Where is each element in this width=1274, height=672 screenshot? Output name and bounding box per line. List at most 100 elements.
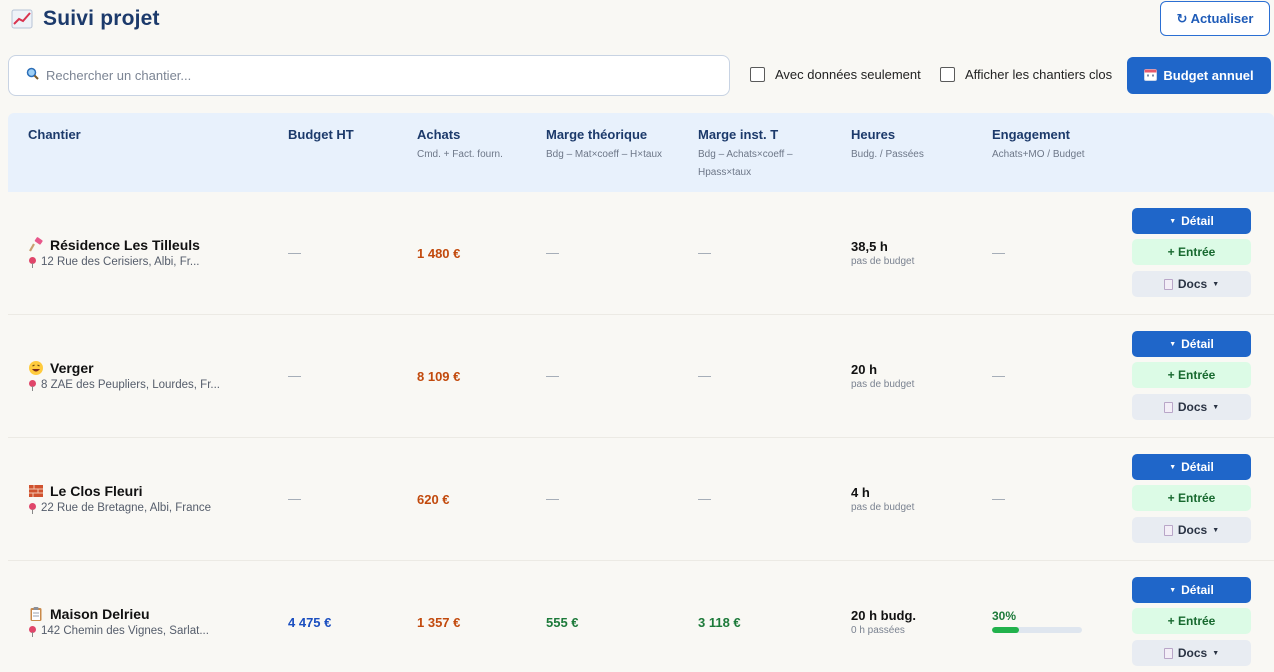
chantier-address: 8 ZAE des Peupliers, Lourdes, Fr... [41,379,220,391]
engagement-value: — [992,368,1005,383]
refresh-label: ↻ Actualiser [1176,10,1254,26]
docs-button[interactable]: Docs ▼ [1132,394,1251,420]
heures-value: 4 h [851,485,870,500]
document-icon [1163,278,1173,290]
column-label: Engagement [992,127,1071,142]
engagement-value: — [992,491,1005,506]
budget-value: — [288,245,301,260]
location-pin-icon [28,256,37,268]
table-row: Résidence Les Tilleuls 12 Rue des Cerisi… [8,192,1274,315]
docs-button[interactable]: Docs ▼ [1132,517,1251,543]
chantier-name: Résidence Les Tilleuls [50,237,200,253]
column-label: Budget HT [288,127,354,142]
achats-value: 620 € [417,492,450,507]
chantier-name: Maison Delrieu [50,606,150,622]
engagement-percent: 30% [992,609,1017,623]
chantier-name: Verger [50,360,94,376]
heures-cell: 4 h pas de budget [851,485,914,513]
engagement-progress-bar [992,627,1082,633]
column-label: Heures [851,127,896,142]
docs-label: Docs [1177,400,1208,414]
search-input[interactable] [46,68,686,83]
achats-value: 1 480 € [417,246,461,261]
entree-button[interactable]: + Entrée [1132,485,1251,511]
chantier-cell[interactable]: Le Clos Fleuri 22 Rue de Bretagne, Albi,… [28,483,211,514]
entree-label: + Entrée [1167,614,1216,628]
filter-with-data-checkbox[interactable] [750,67,765,82]
marge-inst-value: — [698,491,711,506]
document-icon [1163,524,1173,536]
location-pin-icon [28,625,37,637]
heures-sub: pas de budget [851,256,915,267]
entree-label: + Entrée [1167,245,1216,259]
column-label: Marge théorique [546,127,648,142]
column-sublabel-line1: Bdg – Achats×coeff – [698,149,793,160]
detail-label: Détail [1181,214,1214,228]
table-row: Le Clos Fleuri 22 Rue de Bretagne, Albi,… [8,438,1274,561]
column-sublabel: Achats+MO / Budget [992,149,1085,160]
column-label: Chantier [28,127,81,142]
budget-annuel-button[interactable]: Budget annuel [1127,57,1271,94]
detail-button[interactable]: ▼ Détail [1132,208,1251,234]
column-label: Achats [417,127,461,142]
chantier-address: 22 Rue de Bretagne, Albi, France [41,502,212,514]
heures-sub: pas de budget [851,502,915,513]
caret-down-icon: ▼ [1212,526,1220,534]
heures-value: 38,5 h [851,239,888,254]
detail-label: Détail [1181,337,1214,351]
entree-button[interactable]: + Entrée [1132,239,1251,265]
column-sublabel-line2: Hpass×taux [698,167,752,178]
entree-label: + Entrée [1167,368,1216,382]
chart-trend-icon [11,8,33,30]
column-header-heures[interactable]: Heures Budg. / Passées [851,127,924,164]
column-header-chantier[interactable]: Chantier [28,127,81,142]
heures-value: 20 h [851,362,878,377]
column-sublabel: Bdg – Achats×coeff – Hpass×taux [698,146,793,182]
docs-label: Docs [1177,646,1208,660]
clipboard-icon [28,606,44,622]
column-header-marge-inst[interactable]: Marge inst. T Bdg – Achats×coeff – Hpass… [698,127,793,182]
marge-theorique-value: — [546,491,559,506]
detail-button[interactable]: ▼ Détail [1132,454,1251,480]
document-icon [1163,401,1173,413]
docs-label: Docs [1177,523,1208,537]
detail-button[interactable]: ▼ Détail [1132,577,1251,603]
table-row: Maison Delrieu 142 Chemin des Vignes, Sa… [8,561,1274,672]
entree-button[interactable]: + Entrée [1132,608,1251,634]
marge-theorique-value: — [546,245,559,260]
caret-down-icon: ▼ [1212,280,1220,288]
engagement-progress-fill [992,627,1019,633]
chantier-cell[interactable]: Verger 8 ZAE des Peupliers, Lourdes, Fr.… [28,360,220,391]
detail-label: Détail [1181,460,1214,474]
column-header-achats[interactable]: Achats Cmd. + Fact. fourn. [417,127,503,164]
achats-value: 8 109 € [417,369,461,384]
docs-button[interactable]: Docs ▼ [1132,271,1251,297]
entree-label: + Entrée [1167,491,1216,505]
column-header-marge-theorique[interactable]: Marge théorique Bdg – Mat×coeff – H×taux [546,127,662,164]
budget-annuel-label: Budget annuel [1163,68,1254,83]
chantier-cell[interactable]: Résidence Les Tilleuls 12 Rue des Cerisi… [28,237,200,268]
engagement-value: — [992,245,1005,260]
entree-button[interactable]: + Entrée [1132,362,1251,388]
refresh-button[interactable]: ↻ Actualiser [1160,1,1270,36]
heures-value: 20 h budg. [851,608,916,623]
chantier-cell[interactable]: Maison Delrieu 142 Chemin des Vignes, Sa… [28,606,209,637]
calendar-icon [1144,68,1158,84]
column-header-engagement[interactable]: Engagement Achats+MO / Budget [992,127,1085,164]
marge-theorique-value: — [546,368,559,383]
detail-button[interactable]: ▼ Détail [1132,331,1251,357]
page-title: Suivi projet [11,7,160,31]
document-icon [1163,647,1173,659]
paint-icon [28,237,44,253]
filter-closed[interactable]: Afficher les chantiers clos [940,67,1112,82]
search-box[interactable] [8,55,730,96]
filter-with-data-label: Avec données seulement [775,67,921,82]
filter-with-data[interactable]: Avec données seulement [750,67,921,82]
column-header-budget[interactable]: Budget HT [288,127,354,142]
heures-cell: 20 h budg. 0 h passées [851,608,916,636]
filter-closed-checkbox[interactable] [940,67,955,82]
budget-value: 4 475 € [288,615,332,630]
docs-button[interactable]: Docs ▼ [1132,640,1251,666]
caret-down-icon: ▼ [1169,217,1177,225]
search-icon [26,67,39,85]
